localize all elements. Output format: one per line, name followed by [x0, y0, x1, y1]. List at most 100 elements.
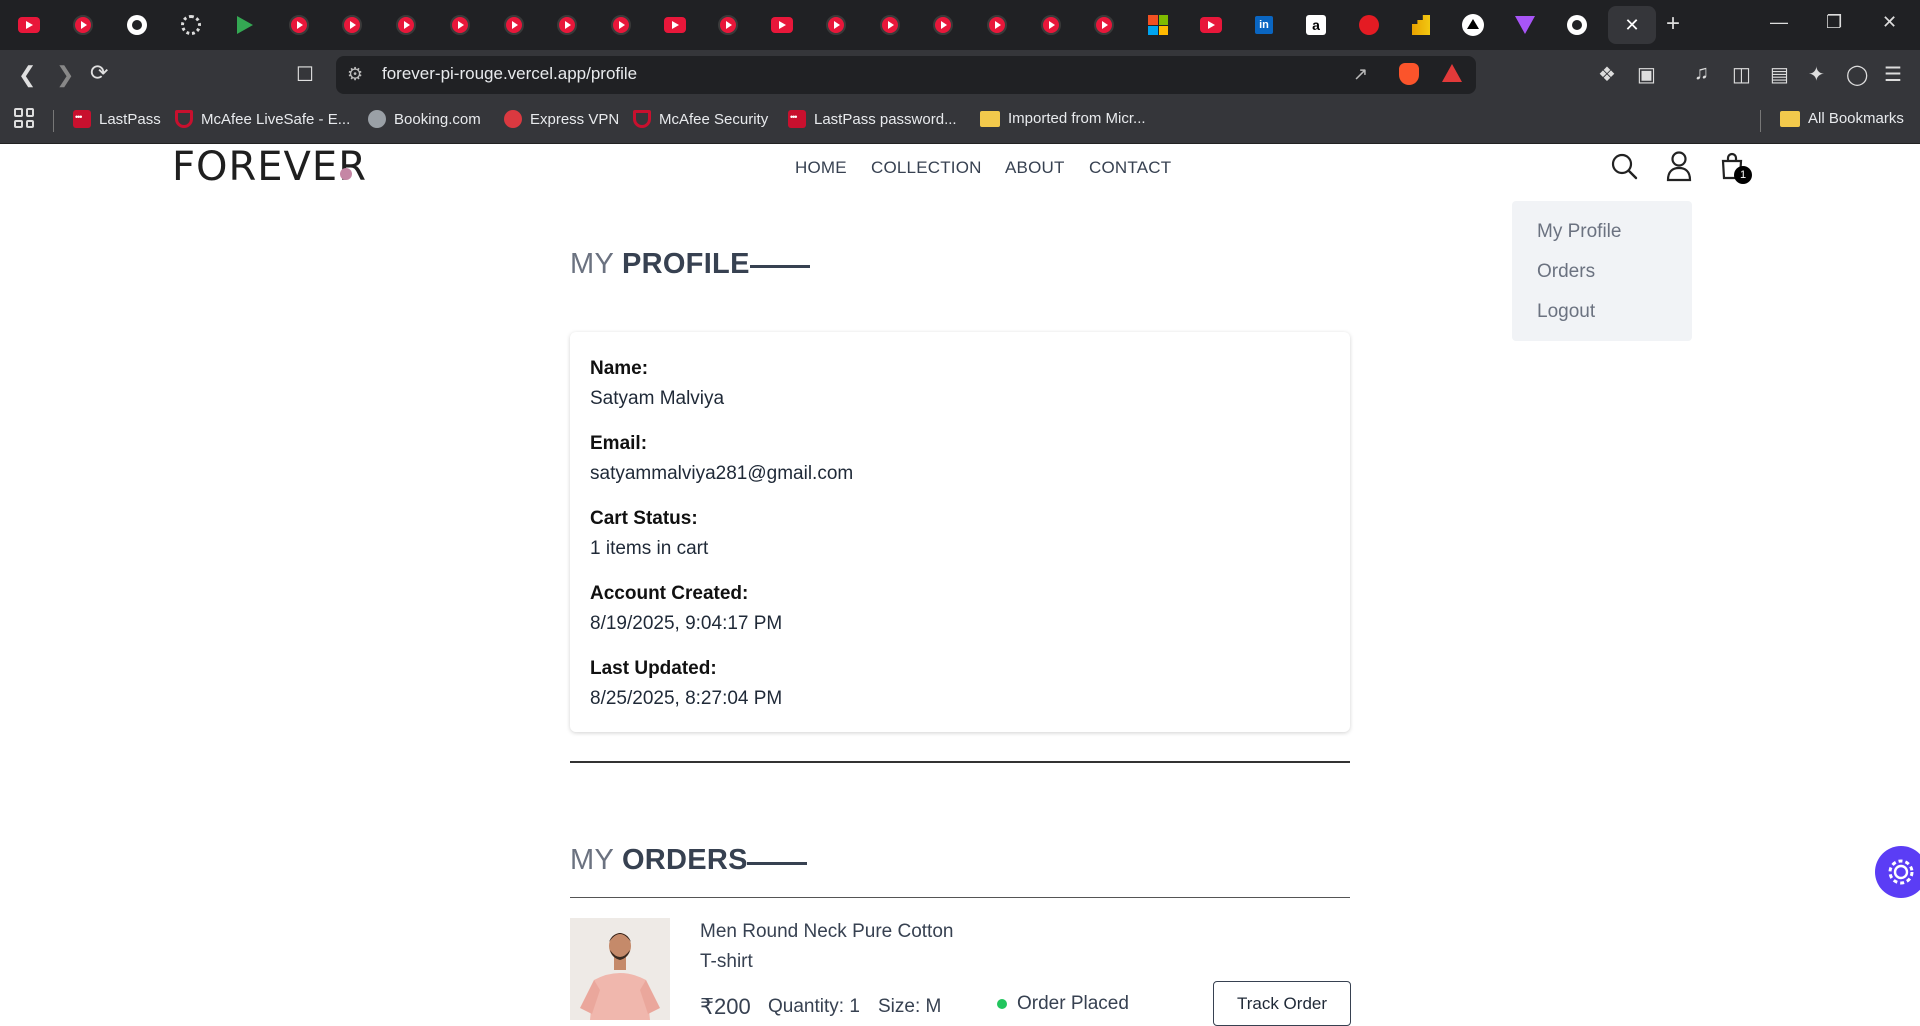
redhat-tab-icon[interactable]: [1355, 13, 1383, 37]
github-tab-icon[interactable]: [123, 13, 151, 37]
youtube-music-tab-icon[interactable]: [822, 13, 850, 37]
product-size: Size: M: [878, 996, 942, 1017]
bookmark-separator: [53, 110, 54, 132]
menu-logout[interactable]: Logout: [1537, 301, 1595, 323]
expressvpn-icon: [504, 110, 522, 128]
cart-status-label: Cart Status:: [590, 508, 698, 529]
extensions-icon[interactable]: ❖: [1598, 62, 1616, 87]
youtube-music-tab-icon[interactable]: [69, 13, 97, 37]
user-icon[interactable]: [1665, 150, 1693, 182]
web-page: FOREVER HOME COLLECTION ABOUT CONTACT 1 …: [0, 144, 1920, 1020]
youtube-music-tab-icon[interactable]: [446, 13, 474, 37]
bookmark-all-bookmarks[interactable]: All Bookmarks: [1780, 110, 1904, 127]
youtube-music-tab-icon[interactable]: [285, 13, 313, 37]
logo-dot: [340, 168, 352, 180]
url-text[interactable]: forever-pi-rouge.vercel.app/profile: [382, 64, 637, 84]
wallet-icon[interactable]: ▤: [1770, 62, 1789, 87]
youtube-tab-icon[interactable]: [1197, 13, 1225, 37]
menu-orders[interactable]: Orders: [1537, 261, 1595, 283]
bookmark-express-vpn[interactable]: Express VPN: [504, 110, 619, 128]
media-icon[interactable]: ♫: [1694, 62, 1709, 85]
forward-icon[interactable]: ❯: [56, 62, 74, 88]
google-play-tab-icon[interactable]: [231, 13, 259, 37]
menu-my-profile[interactable]: My Profile: [1537, 221, 1621, 243]
section-divider: [570, 761, 1350, 763]
name-value: Satyam Malviya: [590, 388, 725, 409]
floating-settings-button[interactable]: [1875, 846, 1920, 898]
youtube-music-tab-icon[interactable]: [1090, 13, 1118, 37]
active-tab-close-icon[interactable]: ✕: [1608, 6, 1656, 44]
title-underline: [747, 862, 807, 865]
youtube-tab-icon[interactable]: [768, 13, 796, 37]
linkedin-tab-icon[interactable]: in: [1250, 13, 1278, 37]
lastpass-icon: [788, 110, 806, 128]
nav-collection[interactable]: COLLECTION: [871, 158, 982, 178]
folder-icon: [980, 110, 1000, 127]
share-icon[interactable]: ↗: [1353, 64, 1368, 85]
microsoft-tab-icon[interactable]: [1144, 13, 1172, 37]
brave-rewards-icon[interactable]: [1442, 64, 1462, 82]
tab-strip: in a ✕ + — ❐ ✕: [0, 0, 1920, 50]
youtube-music-tab-icon[interactable]: [1037, 13, 1065, 37]
account-created-label: Account Created:: [590, 583, 749, 604]
brave-shield-icon[interactable]: [1399, 63, 1419, 85]
apps-grid-icon[interactable]: [14, 108, 34, 128]
youtube-music-tab-icon[interactable]: [500, 13, 528, 37]
site-info-icon[interactable]: ⚙: [347, 64, 363, 85]
youtube-music-tab-icon[interactable]: [607, 13, 635, 37]
bookmark-mcafee-livesafe[interactable]: McAfee LiveSafe - E...: [175, 110, 350, 128]
site-logo[interactable]: FOREVER: [172, 144, 367, 190]
mcafee-icon: [175, 110, 193, 128]
amazon-tab-icon[interactable]: a: [1302, 13, 1330, 37]
vpn-icon[interactable]: ◯: [1846, 62, 1868, 87]
bookmark-icon[interactable]: ☐: [296, 62, 314, 88]
bookmark-lastpass-password[interactable]: LastPass password...: [788, 110, 957, 128]
reader-mode-icon[interactable]: ▣: [1637, 62, 1656, 87]
menu-icon[interactable]: ☰: [1884, 62, 1902, 87]
profile-dropdown: My Profile Orders Logout: [1512, 201, 1692, 341]
vite-tab-icon[interactable]: [1511, 13, 1539, 37]
reload-icon[interactable]: ⟳: [90, 60, 108, 86]
bookmark-imported-folder[interactable]: Imported from Micr...: [980, 110, 1146, 127]
nav-home[interactable]: HOME: [795, 158, 847, 178]
cart-count-badge: 1: [1734, 166, 1752, 184]
new-tab-button[interactable]: +: [1666, 10, 1680, 38]
gear-icon: [1888, 859, 1914, 885]
bookmark-lastpass[interactable]: LastPass: [73, 110, 161, 128]
profile-section-title: MY PROFILE: [570, 248, 750, 280]
youtube-music-tab-icon[interactable]: [338, 13, 366, 37]
order-status: Order Placed: [1017, 993, 1129, 1014]
youtube-music-tab-icon[interactable]: [553, 13, 581, 37]
title-underline: [750, 265, 810, 268]
nav-contact[interactable]: CONTACT: [1089, 158, 1171, 178]
product-name-line1: Men Round Neck Pure Cotton: [700, 921, 954, 942]
globe-icon: [368, 110, 386, 128]
youtube-music-tab-icon[interactable]: [714, 13, 742, 37]
youtube-music-tab-icon[interactable]: [876, 13, 904, 37]
restore-icon[interactable]: ❐: [1826, 12, 1842, 33]
orders-divider: [570, 897, 1350, 898]
vercel-tab-icon[interactable]: [1459, 13, 1487, 37]
github-tab-icon[interactable]: [1563, 13, 1591, 37]
product-name-line2: T-shirt: [700, 951, 753, 972]
bookmark-mcafee-security[interactable]: McAfee Security: [633, 110, 768, 128]
youtube-tab-icon[interactable]: [15, 13, 43, 37]
minimize-icon[interactable]: —: [1770, 12, 1788, 33]
folder-icon: [1780, 110, 1800, 127]
window-close-icon[interactable]: ✕: [1882, 12, 1897, 33]
search-icon[interactable]: [1610, 152, 1638, 180]
gear-tab-icon[interactable]: [177, 13, 205, 37]
youtube-music-tab-icon[interactable]: [392, 13, 420, 37]
last-updated-value: 8/25/2025, 8:27:04 PM: [590, 688, 783, 709]
back-icon[interactable]: ❮: [18, 62, 36, 88]
bookmark-booking[interactable]: Booking.com: [368, 110, 481, 128]
youtube-tab-icon[interactable]: [661, 13, 689, 37]
nav-about[interactable]: ABOUT: [1005, 158, 1065, 178]
powerbi-tab-icon[interactable]: [1407, 13, 1435, 37]
name-label: Name:: [590, 358, 649, 379]
track-order-button[interactable]: Track Order: [1213, 981, 1351, 1026]
sidebar-icon[interactable]: ◫: [1732, 62, 1751, 87]
youtube-music-tab-icon[interactable]: [929, 13, 957, 37]
leo-ai-icon[interactable]: ✦: [1808, 62, 1825, 87]
youtube-music-tab-icon[interactable]: [983, 13, 1011, 37]
